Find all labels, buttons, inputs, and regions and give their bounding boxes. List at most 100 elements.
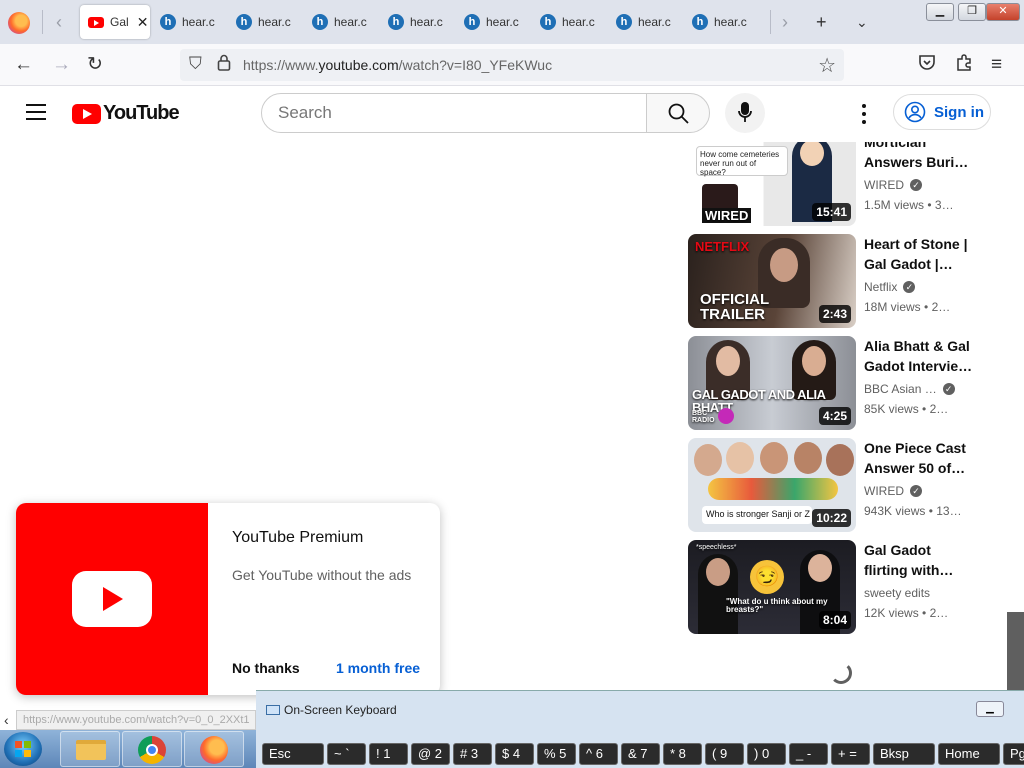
video-meta: 18M views • 2… [864,300,951,314]
video-thumbnail[interactable]: Who is stronger Sanji or Z 10:22 [688,438,856,532]
osk-key[interactable]: _ - [789,743,828,765]
start-button[interactable] [4,732,42,766]
search-input[interactable]: Search [261,93,647,133]
video-item[interactable]: Who is stronger Sanji or Z 10:22 One Pie… [688,438,988,532]
maximize-window-button[interactable]: ❐ [958,3,986,21]
youtube-logo[interactable]: YouTube [72,102,180,125]
list-tabs-icon[interactable]: ⌄ [856,10,868,34]
premium-subtitle: Get YouTube without the ads [232,567,412,583]
guide-menu-icon[interactable] [26,104,46,120]
youtube-play-icon [72,571,152,627]
osk-key[interactable]: & 7 [621,743,660,765]
url-bar[interactable]: ⛉ https://www.youtube.com/watch?v=I80_YF… [180,49,844,81]
divider [770,10,771,34]
pocket-icon[interactable] [918,53,936,78]
extensions-icon[interactable] [955,53,973,78]
video-item[interactable]: NETFLIX OFFICIAL TRAILER 2:43 Heart of S… [688,234,988,328]
video-title[interactable]: Gal Gadot flirting with… [864,540,974,580]
browser-tab[interactable]: h hear.c [540,5,612,39]
free-trial-button[interactable]: 1 month free [336,660,420,676]
thumb-anime-row [708,478,838,500]
url-text[interactable]: https://www.youtube.com/watch?v=I80_YFeK… [243,57,552,73]
browser-tab[interactable]: h hear.c [236,5,308,39]
osk-key[interactable]: ) 0 [747,743,786,765]
no-thanks-button[interactable]: No thanks [232,660,300,676]
video-thumbnail[interactable]: GAL GADOT AND ALIA BHATT BBC RADIO 4:25 [688,336,856,430]
browser-tab[interactable]: h hear.c [616,5,688,39]
video-info: One Piece Cast Answer 50 of… WIRED ✓ 943K… [864,438,974,518]
channel-label: sweety edits [864,586,931,600]
upload-age: 2… [929,606,949,620]
browser-tab[interactable]: h hear.c [160,5,232,39]
channel-name[interactable]: BBC Asian … ✓ [864,382,974,396]
osk-key[interactable]: Home [938,743,1000,765]
video-title[interactable]: Alia Bhatt & Gal Gadot Intervie… [864,336,974,376]
tabs-scroll-right-icon[interactable]: › [782,12,788,32]
scrollbar-thumb[interactable] [1007,612,1024,692]
firefox-taskbar-button[interactable] [184,731,244,767]
osk-key[interactable]: % 5 [537,743,576,765]
video-title[interactable]: Heart of Stone | Gal Gadot |… [864,234,974,274]
search-button[interactable] [646,93,710,133]
osk-key[interactable]: # 3 [453,743,492,765]
osk-key[interactable]: ( 9 [705,743,744,765]
thumb-face [794,442,822,474]
chevron-left-icon[interactable]: ‹ [4,712,9,728]
reload-icon[interactable]: ↻ [87,53,103,77]
bookmark-star-icon[interactable]: ☆ [818,53,836,78]
shield-icon[interactable]: ⛉ [189,54,202,74]
video-item[interactable]: GAL GADOT AND ALIA BHATT BBC RADIO 4:25 … [688,336,988,430]
osk-key[interactable]: ~ ` [327,743,366,765]
close-tab-icon[interactable]: ✕ [137,14,149,31]
settings-kebab-icon[interactable] [862,104,866,124]
osk-key[interactable]: @ 2 [411,743,450,765]
menu-icon[interactable]: ≡ [991,53,1002,77]
sign-in-button[interactable]: Sign in [893,94,991,130]
file-explorer-taskbar-button[interactable] [60,731,120,767]
new-tab-icon[interactable]: + [816,10,827,34]
minimize-window-button[interactable]: ▁ [926,3,954,21]
osk-key[interactable]: Bksp [873,743,935,765]
channel-name[interactable]: sweety edits [864,586,974,600]
video-thumbnail[interactable]: How come cemeteries never run out of spa… [688,142,856,226]
thumb-text: OFFICIAL TRAILER [700,291,769,323]
channel-name[interactable]: Netflix ✓ [864,280,974,294]
osk-key[interactable]: ^ 6 [579,743,618,765]
browser-tab[interactable]: h hear.c [464,5,536,39]
voice-search-button[interactable] [725,93,765,133]
video-title[interactable]: Mortician Answers Buri… [864,142,974,172]
osk-key[interactable]: Pg [1003,743,1024,765]
logo-text: YouTube [103,102,180,124]
tab-title: hear.c [334,15,367,29]
sign-in-label: Sign in [934,103,984,121]
tab-active[interactable]: Gal ✕ [80,5,150,39]
channel-name[interactable]: WIRED ✓ [864,178,974,192]
view-count: 85K views [864,402,919,416]
video-item[interactable]: How come cemeteries never run out of spa… [688,142,988,226]
osk-key[interactable]: + = [831,743,870,765]
video-item[interactable]: 😏 *speechless* "What do u think about my… [688,540,988,634]
channel-name[interactable]: WIRED ✓ [864,484,974,498]
back-icon[interactable]: ← [14,53,33,77]
firefox-icon[interactable] [8,12,30,34]
hear-favicon-icon: h [616,14,632,30]
osk-key[interactable]: $ 4 [495,743,534,765]
divider [42,10,43,34]
browser-tab[interactable]: h hear.c [388,5,460,39]
lock-icon[interactable] [217,54,231,76]
close-window-button[interactable]: ✕ [986,3,1020,21]
chrome-taskbar-button[interactable] [122,731,182,767]
tab-bar: ‹ Gal ✕ h hear.c h hear.c h hear.c h hear.c h hea… [0,0,1024,44]
browser-tab[interactable]: h hear.c [692,5,764,39]
tabs-scroll-left-icon[interactable]: ‹ [56,12,62,32]
osk-key[interactable]: ! 1 [369,743,408,765]
osk-key[interactable]: * 8 [663,743,702,765]
video-thumbnail[interactable]: 😏 *speechless* "What do u think about my… [688,540,856,634]
osk-minimize-button[interactable]: ▁ [976,701,1004,717]
video-thumbnail[interactable]: NETFLIX OFFICIAL TRAILER 2:43 [688,234,856,328]
browser-tab[interactable]: h hear.c [312,5,384,39]
verified-icon: ✓ [903,281,916,293]
osk-key[interactable]: Esc [262,743,324,765]
forward-icon[interactable]: → [52,53,71,77]
video-title[interactable]: One Piece Cast Answer 50 of… [864,438,974,478]
